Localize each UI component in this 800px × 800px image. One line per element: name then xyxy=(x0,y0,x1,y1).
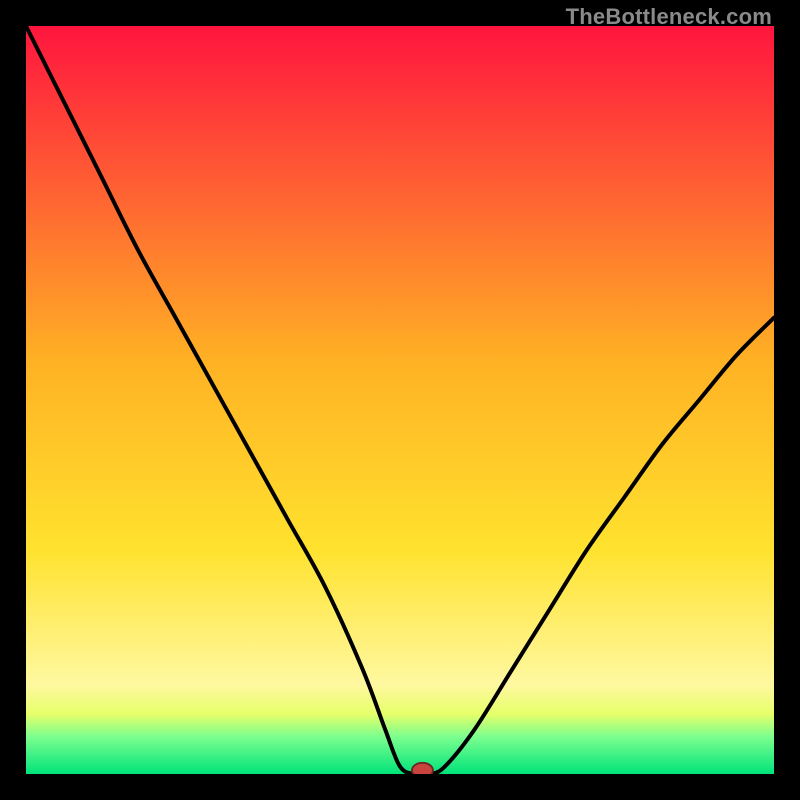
optimal-point-marker xyxy=(412,763,433,774)
watermark-text: TheBottleneck.com xyxy=(566,4,772,30)
bottleneck-chart xyxy=(26,26,774,774)
gradient-background xyxy=(26,26,774,774)
chart-frame: TheBottleneck.com xyxy=(0,0,800,800)
